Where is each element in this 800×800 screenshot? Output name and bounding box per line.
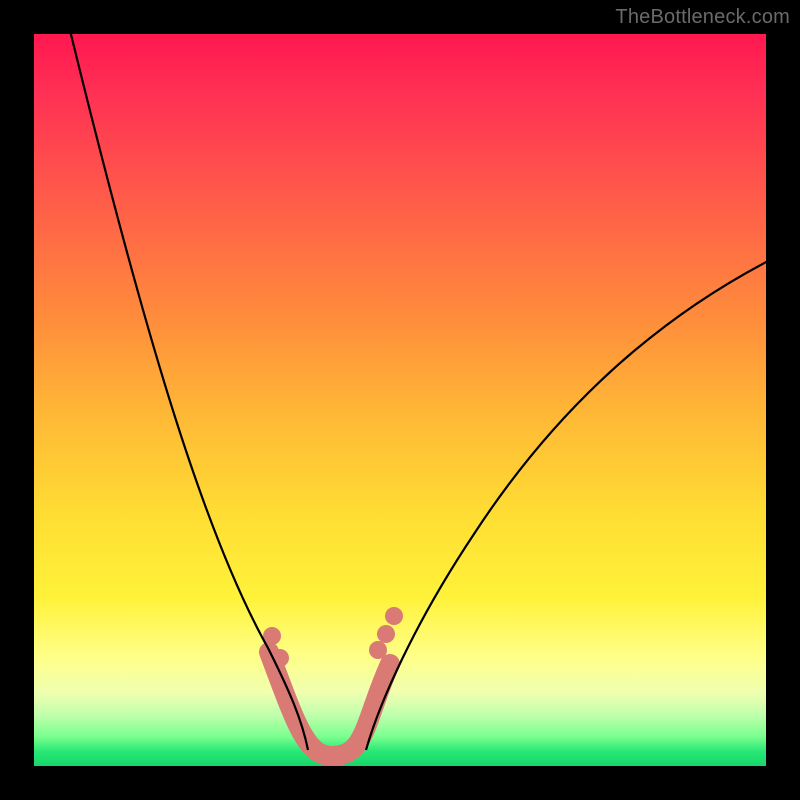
chart-svg — [34, 34, 766, 766]
right-curve — [366, 250, 766, 750]
plot-area — [34, 34, 766, 766]
marker-dot — [377, 625, 395, 643]
watermark-text: TheBottleneck.com — [615, 6, 790, 29]
marker-dot — [369, 641, 387, 659]
marker-dot — [385, 607, 403, 625]
chart-frame: TheBottleneck.com — [0, 0, 800, 800]
bottom-band — [269, 652, 390, 756]
